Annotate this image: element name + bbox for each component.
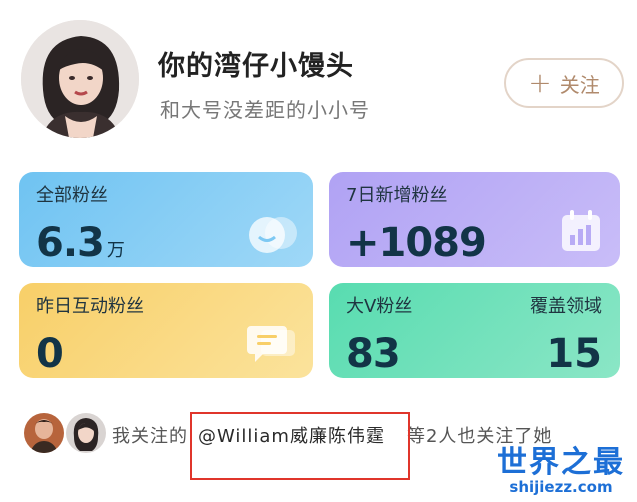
follower-avatar-1[interactable] bbox=[22, 411, 66, 455]
mutual-suffix: 等2人也关注了她 bbox=[406, 426, 553, 447]
follow-button[interactable]: + 关注 bbox=[504, 58, 624, 108]
stat-value: +1089 bbox=[346, 220, 487, 266]
stat-card-interact-yesterday[interactable]: 昨日互动粉丝 0 bbox=[19, 283, 313, 378]
stat-value: 0 bbox=[36, 331, 64, 377]
follow-button-label: 关注 bbox=[559, 72, 600, 97]
stat-value-domain: 15 bbox=[546, 331, 602, 377]
stat-number: 6.3 bbox=[36, 220, 105, 266]
profile-avatar[interactable] bbox=[21, 20, 139, 138]
avatar-image bbox=[24, 413, 64, 453]
calendar-chart-icon bbox=[562, 210, 600, 251]
stat-label-domain: 覆盖领域 bbox=[530, 296, 602, 317]
fans-icon bbox=[249, 217, 297, 253]
mutual-prefix: 我关注的 bbox=[112, 426, 188, 447]
stat-card-new-7d[interactable]: 7日新增粉丝 +1089 bbox=[329, 172, 620, 267]
stat-label: 7日新增粉丝 bbox=[346, 185, 448, 206]
profile-bio: 和大号没差距的小小号 bbox=[160, 98, 370, 122]
follower-avatar-2[interactable] bbox=[64, 411, 108, 455]
stat-label: 大V粉丝 bbox=[346, 296, 413, 317]
stat-value: 83 bbox=[346, 331, 401, 377]
watermark-title: 世界之最 bbox=[497, 445, 625, 480]
stat-label: 昨日互动粉丝 bbox=[36, 296, 144, 317]
watermark-url: shijiezz.com bbox=[509, 478, 613, 496]
annotation-highlight-box bbox=[190, 412, 410, 480]
stat-value: 6.3 万 bbox=[36, 220, 125, 266]
plus-icon: + bbox=[528, 66, 552, 99]
watermark: 世界之最 shijiezz.com bbox=[497, 445, 625, 497]
avatar-image bbox=[66, 413, 106, 453]
stat-unit: 万 bbox=[106, 240, 125, 261]
stat-label: 全部粉丝 bbox=[36, 185, 108, 206]
stat-card-big-v[interactable]: 大V粉丝 83 覆盖领域 15 bbox=[329, 283, 620, 378]
chat-icon bbox=[247, 326, 295, 362]
profile-name: 你的湾仔小馒头 bbox=[158, 51, 354, 82]
stat-card-total-fans[interactable]: 全部粉丝 6.3 万 bbox=[19, 172, 313, 267]
avatar-illustration bbox=[21, 20, 139, 138]
